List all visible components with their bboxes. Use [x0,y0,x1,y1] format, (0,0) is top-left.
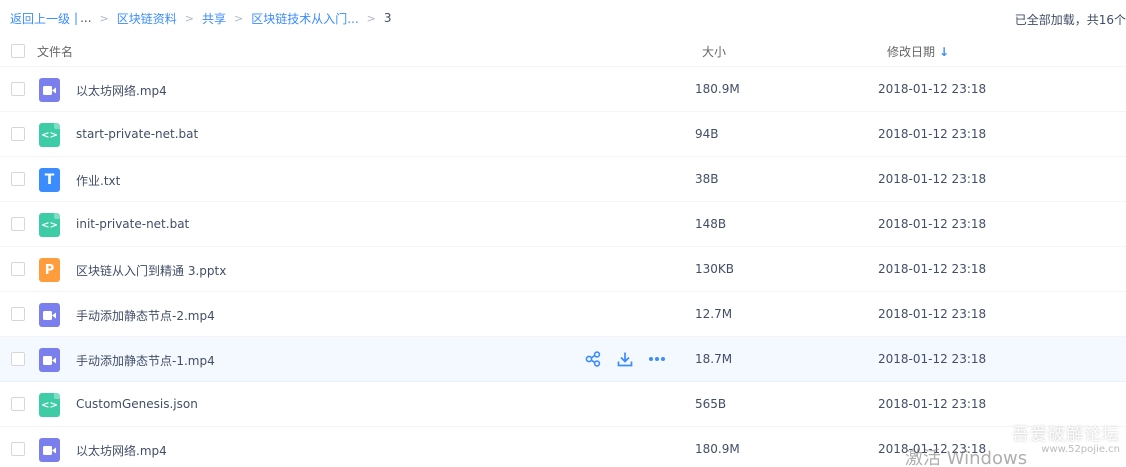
code-file-icon: <> [39,123,60,147]
file-name[interactable]: 区块链从入门到精通 3.pptx [76,262,226,279]
breadcrumb-separator: > [184,11,194,25]
video-file-icon [39,78,60,102]
code-file-icon: <> [39,213,60,237]
file-modified-date: 2018-01-12 23:18 [878,397,987,411]
row-checkbox[interactable] [11,82,25,96]
file-name[interactable]: 作业.txt [76,172,120,189]
file-modified-date: 2018-01-12 23:18 [878,307,987,321]
file-size: 180.9M [695,442,740,456]
file-size: 180.9M [695,82,740,96]
video-file-icon [39,348,60,372]
file-size: 94B [695,127,719,141]
activate-windows-watermark: 激活 Windows [905,448,1028,467]
video-file-icon [39,438,60,462]
forum-watermark: 吾爱破解论坛 [1012,425,1120,445]
row-checkbox[interactable] [11,172,25,186]
row-checkbox[interactable] [11,262,25,276]
row-checkbox[interactable] [11,442,25,456]
breadcrumb: 返回上一级 | ... > 区块链资料 > 共享 > 区块链技术从入门... >… [0,0,1126,36]
file-manager: 返回上一级 | ... > 区块链资料 > 共享 > 区块链技术从入门... >… [0,0,1126,467]
file-size: 130KB [695,262,735,276]
file-modified-date: 2018-01-12 23:18 [878,262,987,276]
file-row[interactable]: <> CustomGenesis.json 565B 2018-01-12 23:18 [0,382,1126,427]
download-icon[interactable] [616,350,634,368]
row-checkbox[interactable] [11,127,25,141]
text-file-icon: T [39,168,60,192]
code-file-icon: <> [39,393,60,417]
file-row[interactable]: P 区块链从入门到精通 3.pptx 130KB 2018-01-12 23:18 [0,247,1126,292]
select-all-checkbox[interactable] [11,44,25,58]
column-header-size[interactable]: 大小 [702,43,726,60]
breadcrumb-separator: > [99,11,109,25]
file-row[interactable]: 以太坊网络.mp4 180.9M 2018-01-12 23:18 [0,67,1126,112]
breadcrumb-pipe: | [74,11,79,25]
file-size: 12.7M [695,307,733,321]
file-name[interactable]: start-private-net.bat [76,127,198,141]
file-modified-date: 2018-01-12 23:18 [878,82,987,96]
file-row[interactable]: 手动添加静态节点-2.mp4 12.7M 2018-01-12 23:18 [0,292,1126,337]
breadcrumb-separator: > [233,11,244,25]
breadcrumb-item-shared[interactable]: 共享 [202,10,226,27]
back-link[interactable]: 返回上一级 [10,10,70,27]
file-modified-date: 2018-01-12 23:18 [878,127,987,141]
file-size: 148B [695,217,727,231]
breadcrumb-ellipsis[interactable]: ... [80,11,91,25]
file-name[interactable]: 手动添加静态节点-2.mp4 [76,307,215,324]
file-name[interactable]: 以太坊网络.mp4 [76,442,167,459]
file-name[interactable]: init-private-net.bat [76,217,189,231]
forum-url-watermark: www.52pojie.cn [1041,444,1120,455]
row-actions [584,350,666,368]
file-modified-date: 2018-01-12 23:18 [878,352,987,366]
file-size: 38B [695,172,719,186]
breadcrumb-separator: > [366,11,376,25]
breadcrumb-item-course[interactable]: 区块链技术从入门... [251,10,358,27]
file-name[interactable]: 手动添加静态节点-1.mp4 [76,352,215,369]
ppt-file-icon: P [39,258,60,282]
file-name[interactable]: CustomGenesis.json [76,397,198,411]
more-icon[interactable] [648,350,666,368]
file-row[interactable]: <> start-private-net.bat 94B 2018-01-12 23:… [0,112,1126,157]
file-row[interactable]: <> init-private-net.bat 148B 2018-01-12 23:… [0,202,1126,247]
row-checkbox[interactable] [11,307,25,321]
sort-desc-icon[interactable]: ↓ [939,45,949,59]
breadcrumb-item-blockchain-materials[interactable]: 区块链资料 [117,10,177,27]
file-size: 18.7M [695,352,733,366]
file-modified-date: 2018-01-12 23:18 [878,217,987,231]
breadcrumb-current: 3 [383,11,392,25]
file-name[interactable]: 以太坊网络.mp4 [76,82,167,99]
column-header-name[interactable]: 文件名 [37,43,73,60]
column-header-date-label: 修改日期 [887,45,936,59]
row-checkbox[interactable] [11,352,25,366]
column-header-date[interactable]: 修改日期 ↓ [887,43,949,60]
share-icon[interactable] [584,350,602,368]
file-row[interactable]: T 作业.txt 38B 2018-01-12 23:18 [0,157,1126,202]
load-status: 已全部加载，共16个 [1014,13,1126,27]
row-checkbox[interactable] [11,397,25,411]
file-modified-date: 2018-01-12 23:18 [878,172,987,186]
list-header: 文件名 大小 修改日期 ↓ [0,36,1126,67]
file-row[interactable]: 手动添加静态节点-1.mp4 18.7M 2018-01-12 23:18 [0,337,1126,382]
file-size: 565B [695,397,727,411]
video-file-icon [39,303,60,327]
file-list: 以太坊网络.mp4 180.9M 2018-01-12 23:18 <> start-p… [0,67,1126,467]
row-checkbox[interactable] [11,217,25,231]
